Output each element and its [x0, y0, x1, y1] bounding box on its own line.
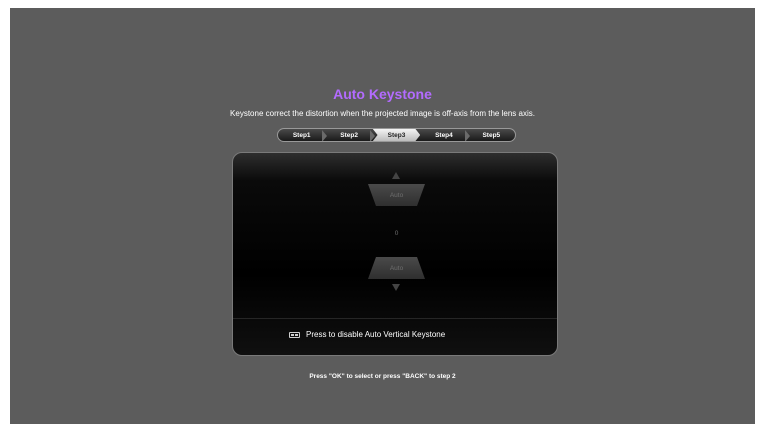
- step-4: Step4: [420, 129, 471, 141]
- keystone-panel: Auto 0 Auto Press to disable Auto Vertic…: [232, 152, 558, 356]
- keystone-top-label: Auto: [389, 191, 404, 199]
- projector-osd-screen: Auto Keystone Keystone correct the disto…: [10, 8, 755, 424]
- page-description: Keystone correct the distortion when the…: [230, 109, 535, 118]
- keystone-bottom-label: Auto: [389, 264, 404, 272]
- step-2: Step2: [325, 129, 376, 141]
- triangle-down-icon[interactable]: [392, 284, 400, 291]
- step-progress-bar: Step1 Step2 Step3 Step4 Step5: [277, 128, 516, 142]
- step-1: Step1: [278, 129, 328, 141]
- keystone-bottom-button[interactable]: Auto: [368, 257, 425, 279]
- keystone-value: 0: [394, 230, 399, 237]
- hint-text: Press to disable Auto Vertical Keystone: [306, 330, 446, 339]
- auto-keystone-key-icon: [289, 331, 300, 338]
- triangle-up-icon[interactable]: [392, 172, 400, 179]
- disable-auto-keystone-hint[interactable]: Press to disable Auto Vertical Keystone: [289, 330, 445, 339]
- navigation-instructions: Press "OK" to select or press "BACK" to …: [309, 373, 456, 380]
- step-3-current: Step3: [372, 129, 421, 141]
- page-title: Auto Keystone: [333, 86, 432, 102]
- step-5: Step5: [482, 131, 501, 139]
- keystone-top-button[interactable]: Auto: [368, 184, 425, 206]
- panel-divider: [233, 318, 557, 319]
